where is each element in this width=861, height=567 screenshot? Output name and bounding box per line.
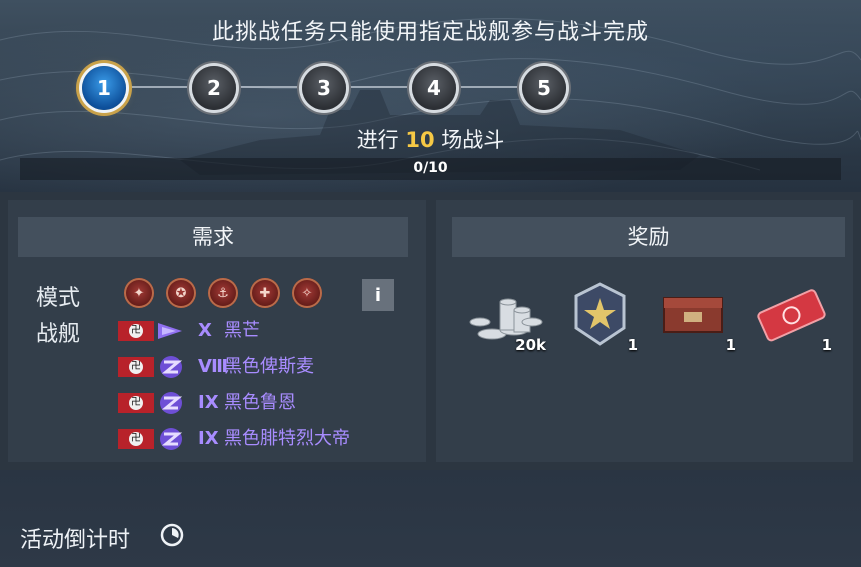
info-button[interactable]: i [362,279,394,311]
countdown-label: 活动倒计时 [20,528,131,553]
reward-item[interactable]: 1 [568,282,638,354]
germany-flag-icon: 卍 [118,393,154,413]
ship-name: 黑芒 [224,320,260,341]
ship-label: 战舰 [36,322,81,347]
task-suffix: 场战斗 [434,128,505,152]
task-prefix: 进行 [356,128,406,152]
ship-tier: X [198,320,212,341]
task-description: 进行 10 场战斗 [0,124,861,154]
ship-name: 黑色鲁恩 [224,392,296,413]
timer-icon[interactable] [160,523,184,547]
battle-mode-icon[interactable]: ✚ [250,278,280,308]
step-2-icon[interactable]: 2 [192,66,236,110]
battleship-icon [160,356,183,378]
coupon-ticket-icon [757,289,826,342]
reward-count: 1 [627,336,638,354]
step-5-icon[interactable]: 5 [522,66,566,110]
rewards-heading: 奖励 [452,217,845,257]
ship-tier: IX [198,428,219,449]
cruiser-icon [158,323,182,339]
progress-text: 0/10 [413,160,448,176]
battle-mode-icon[interactable]: ⚓ [208,278,238,308]
mode-label: 模式 [36,286,81,311]
reward-item[interactable]: 1 [752,282,832,354]
step-4-icon[interactable]: 4 [412,66,456,110]
step-tracker: 1 2 3 4 5 [0,62,861,112]
germany-flag-icon: 卍 [118,321,154,341]
reward-item[interactable]: 1 [660,282,736,354]
battleship-icon [160,392,183,414]
battleship-icon [160,428,183,450]
task-count: 10 [405,128,435,152]
germany-flag-icon: 卍 [118,357,154,377]
ship-name: 黑色腓特烈大帝 [224,428,350,449]
reward-item[interactable]: 20k [462,282,546,354]
challenge-title: 此挑战任务只能使用指定战舰参与战斗完成 [211,20,649,45]
reward-count: 1 [725,336,736,354]
battle-mode-icon[interactable]: ✪ [166,278,196,308]
battle-mode-icon[interactable]: ✧ [292,278,322,308]
battle-mode-icon[interactable]: ✦ [124,278,154,308]
reward-count: 20k [515,336,546,354]
step-3-icon[interactable]: 3 [302,66,346,110]
ship-tier: IX [198,392,219,413]
reward-count: 1 [821,336,832,354]
ship-name: 黑色俾斯麦 [224,356,314,377]
step-1-icon[interactable]: 1 [82,66,126,110]
germany-flag-icon: 卍 [118,429,154,449]
requirements-heading: 需求 [18,217,408,257]
